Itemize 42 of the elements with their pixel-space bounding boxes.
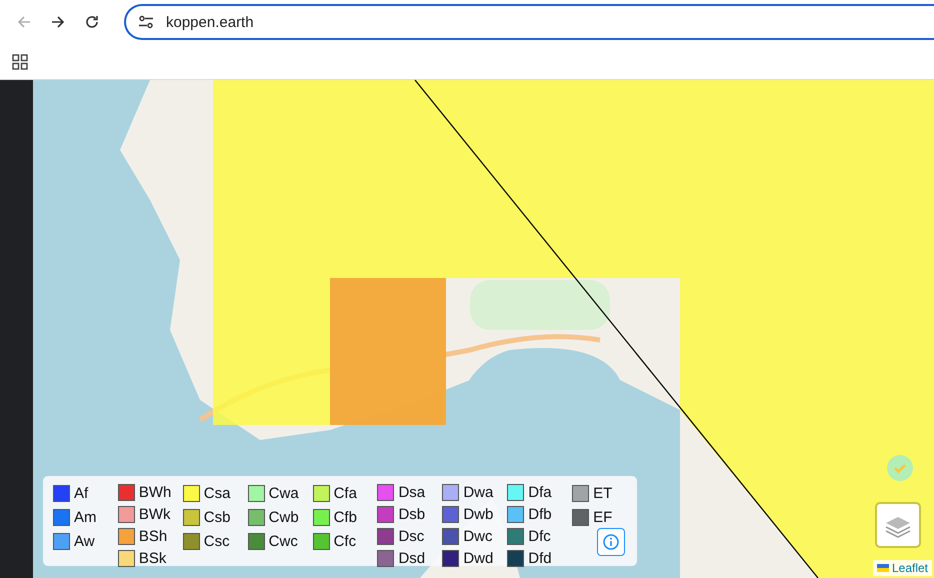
legend-label: Dfa [528, 484, 552, 501]
legend-label: Dfd [528, 550, 552, 567]
legend-label: Cwc [268, 533, 298, 550]
legend-label: Cwb [268, 509, 299, 526]
address-bar[interactable]: koppen.earth [124, 4, 934, 40]
legend-label: Dwa [463, 484, 494, 501]
legend-label: Dfb [528, 506, 552, 523]
check-badge-icon [887, 455, 913, 481]
site-settings-icon[interactable] [138, 15, 154, 29]
legend-label: BWk [138, 506, 171, 523]
legend-label: ET [593, 485, 612, 502]
layers-button[interactable] [875, 502, 921, 548]
left-arrow-icon [16, 14, 32, 30]
legend-label: Af [74, 485, 88, 502]
legend-label: Dwb [463, 506, 494, 523]
legend-label: Cfa [334, 485, 357, 502]
legend-label: Cwa [268, 485, 299, 502]
flag-icon [876, 564, 889, 572]
reload-icon [84, 14, 100, 30]
legend-label: Cfb [334, 509, 357, 526]
legend-label: EF [593, 509, 612, 526]
legend-label: Csa [204, 485, 230, 502]
legend-label: Dsb [398, 506, 426, 523]
legend-label: Dsc [398, 528, 424, 545]
info-button[interactable] [597, 528, 625, 556]
legend-label: Dfc [528, 528, 551, 545]
legend-label: Cfc [334, 533, 356, 550]
legend-label: Csc [204, 533, 230, 550]
legend-label: BSh [138, 528, 168, 545]
legend-label: Dwd [463, 550, 494, 567]
info-icon [603, 534, 619, 550]
legend-label: Dsa [398, 484, 426, 501]
url-text: koppen.earth [166, 14, 254, 30]
legend-label: Dsd [398, 550, 426, 567]
legend-label: Am [74, 509, 96, 526]
legend-label: Aw [74, 533, 95, 550]
apps-grid-icon[interactable] [12, 54, 28, 70]
legend-label: BWh [138, 484, 172, 501]
legend-label: Dwc [463, 528, 493, 545]
legend-label: BSk [138, 550, 166, 567]
right-arrow-icon [50, 14, 66, 30]
legend-label: Csb [204, 509, 230, 526]
